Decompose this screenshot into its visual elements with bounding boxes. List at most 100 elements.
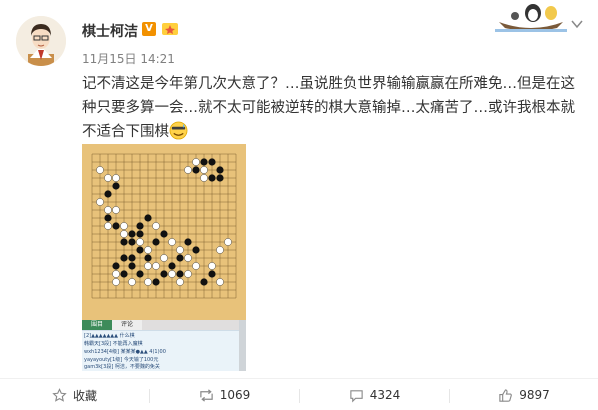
go-stone: [96, 198, 104, 206]
go-stone: [136, 222, 144, 230]
go-stone: [128, 238, 136, 246]
go-stone: [112, 182, 120, 190]
action-bar: 收藏 1069 4324 9897: [0, 378, 598, 410]
comment-icon: [350, 389, 363, 402]
favorite-button[interactable]: 收藏: [0, 379, 149, 410]
go-stone: [168, 262, 176, 270]
go-stone: [176, 270, 184, 278]
go-stone: [112, 278, 120, 286]
repost-icon: [199, 388, 213, 402]
go-stone: [152, 278, 160, 286]
go-stone: [104, 222, 112, 230]
image-tabs: 围目 评论: [82, 320, 246, 330]
go-stone: [136, 238, 144, 246]
post-text-body: 记不清这是今年第几次大意了？…虽说胜负世界输输赢赢在所难免…但是在这种只要多算一…: [82, 76, 575, 140]
go-stone: [200, 278, 208, 286]
like-button[interactable]: 9897: [450, 379, 598, 410]
go-stone: [176, 278, 184, 286]
medal-icon: [162, 23, 178, 35]
like-count: 9897: [519, 388, 550, 402]
go-stone: [144, 254, 152, 262]
go-stone: [208, 158, 216, 166]
sweat-smile-emoji-icon: [169, 121, 188, 140]
go-stone: [200, 174, 208, 182]
image-tab-1: 围目: [82, 320, 112, 330]
image-chat-panel: [2]▲▲▲▲▲▲▲ 什么棋 韩霸天[3段] 不能再入魔棋 wxh1234[4级…: [82, 330, 246, 371]
go-stone: [120, 254, 128, 262]
go-stone: [168, 270, 176, 278]
go-stone: [160, 230, 168, 238]
go-stone: [192, 262, 200, 270]
go-stone: [192, 158, 200, 166]
go-stone: [104, 174, 112, 182]
go-stone: [168, 238, 176, 246]
go-stone: [120, 230, 128, 238]
go-stone: [128, 262, 136, 270]
chat-line: [2]▲▲▲▲▲▲▲ 什么棋: [84, 333, 135, 339]
go-stone: [144, 262, 152, 270]
comment-count: 4324: [369, 388, 401, 402]
chat-line: gam3k[3段] 柯洁，不要魏的免关: [84, 364, 160, 370]
go-stone: [104, 190, 112, 198]
go-stone: [152, 262, 160, 270]
go-stone: [216, 174, 224, 182]
go-stone: [144, 214, 152, 222]
go-stone: [136, 270, 144, 278]
go-stone: [192, 166, 200, 174]
go-stone: [104, 214, 112, 222]
go-stone: [216, 246, 224, 254]
go-stone: [184, 254, 192, 262]
go-stone: [200, 166, 208, 174]
image-scrollbar: [239, 320, 246, 371]
go-stone: [160, 270, 168, 278]
go-stone: [184, 166, 192, 174]
go-stone: [112, 206, 120, 214]
go-stone: [128, 230, 136, 238]
go-stone: [104, 206, 112, 214]
go-stone: [216, 278, 224, 286]
go-stone: [96, 166, 104, 174]
go-stone: [112, 270, 120, 278]
go-stone: [152, 238, 160, 246]
weibo-post: 棋士柯洁 V 11月15日 14:21 记不清这是今年第几次大意了？…虽说胜负世…: [0, 0, 598, 410]
image-tab-2: 评论: [112, 320, 142, 330]
go-board: [82, 144, 246, 320]
post-text: 记不清这是今年第几次大意了？…虽说胜负世界输输赢赢在所难免…但是在这种只要多算一…: [82, 72, 582, 144]
go-stone: [120, 270, 128, 278]
comment-button[interactable]: 4324: [300, 379, 449, 410]
go-stone: [112, 262, 120, 270]
go-stone: [184, 270, 192, 278]
go-stone: [176, 246, 184, 254]
avatar[interactable]: [16, 16, 66, 66]
go-stone: [200, 158, 208, 166]
thumbs-up-icon: [499, 388, 513, 402]
go-stone: [152, 222, 160, 230]
star-icon: [52, 387, 67, 402]
favorite-label: 收藏: [72, 388, 97, 403]
go-stone: [208, 174, 216, 182]
chat-line: 韩霸天[3段] 不能再入魔棋: [84, 341, 143, 347]
chevron-down-icon[interactable]: [571, 19, 583, 29]
go-stone: [120, 222, 128, 230]
go-stone: [208, 270, 216, 278]
username[interactable]: 棋士柯洁: [82, 21, 138, 41]
repost-button[interactable]: 1069: [150, 379, 299, 410]
boat-decoration-icon: [495, 4, 567, 32]
go-stone: [224, 238, 232, 246]
go-stone: [144, 246, 152, 254]
go-stone: [136, 246, 144, 254]
post-image[interactable]: 围目 评论 [2]▲▲▲▲▲▲▲ 什么棋 韩霸天[3段] 不能再入魔棋 wxh1…: [82, 144, 246, 371]
go-stone: [192, 246, 200, 254]
go-stone: [136, 230, 144, 238]
go-stone: [128, 254, 136, 262]
go-stone: [120, 238, 128, 246]
go-stone: [128, 278, 136, 286]
post-timestamp[interactable]: 11月15日 14:21: [82, 50, 175, 67]
go-stone: [176, 254, 184, 262]
go-stone: [160, 254, 168, 262]
verified-badge: V: [142, 22, 156, 36]
go-stone: [216, 166, 224, 174]
go-stone: [112, 222, 120, 230]
chat-line: yayayouty[1级] 今天输了100元: [84, 357, 159, 363]
go-stone: [112, 174, 120, 182]
